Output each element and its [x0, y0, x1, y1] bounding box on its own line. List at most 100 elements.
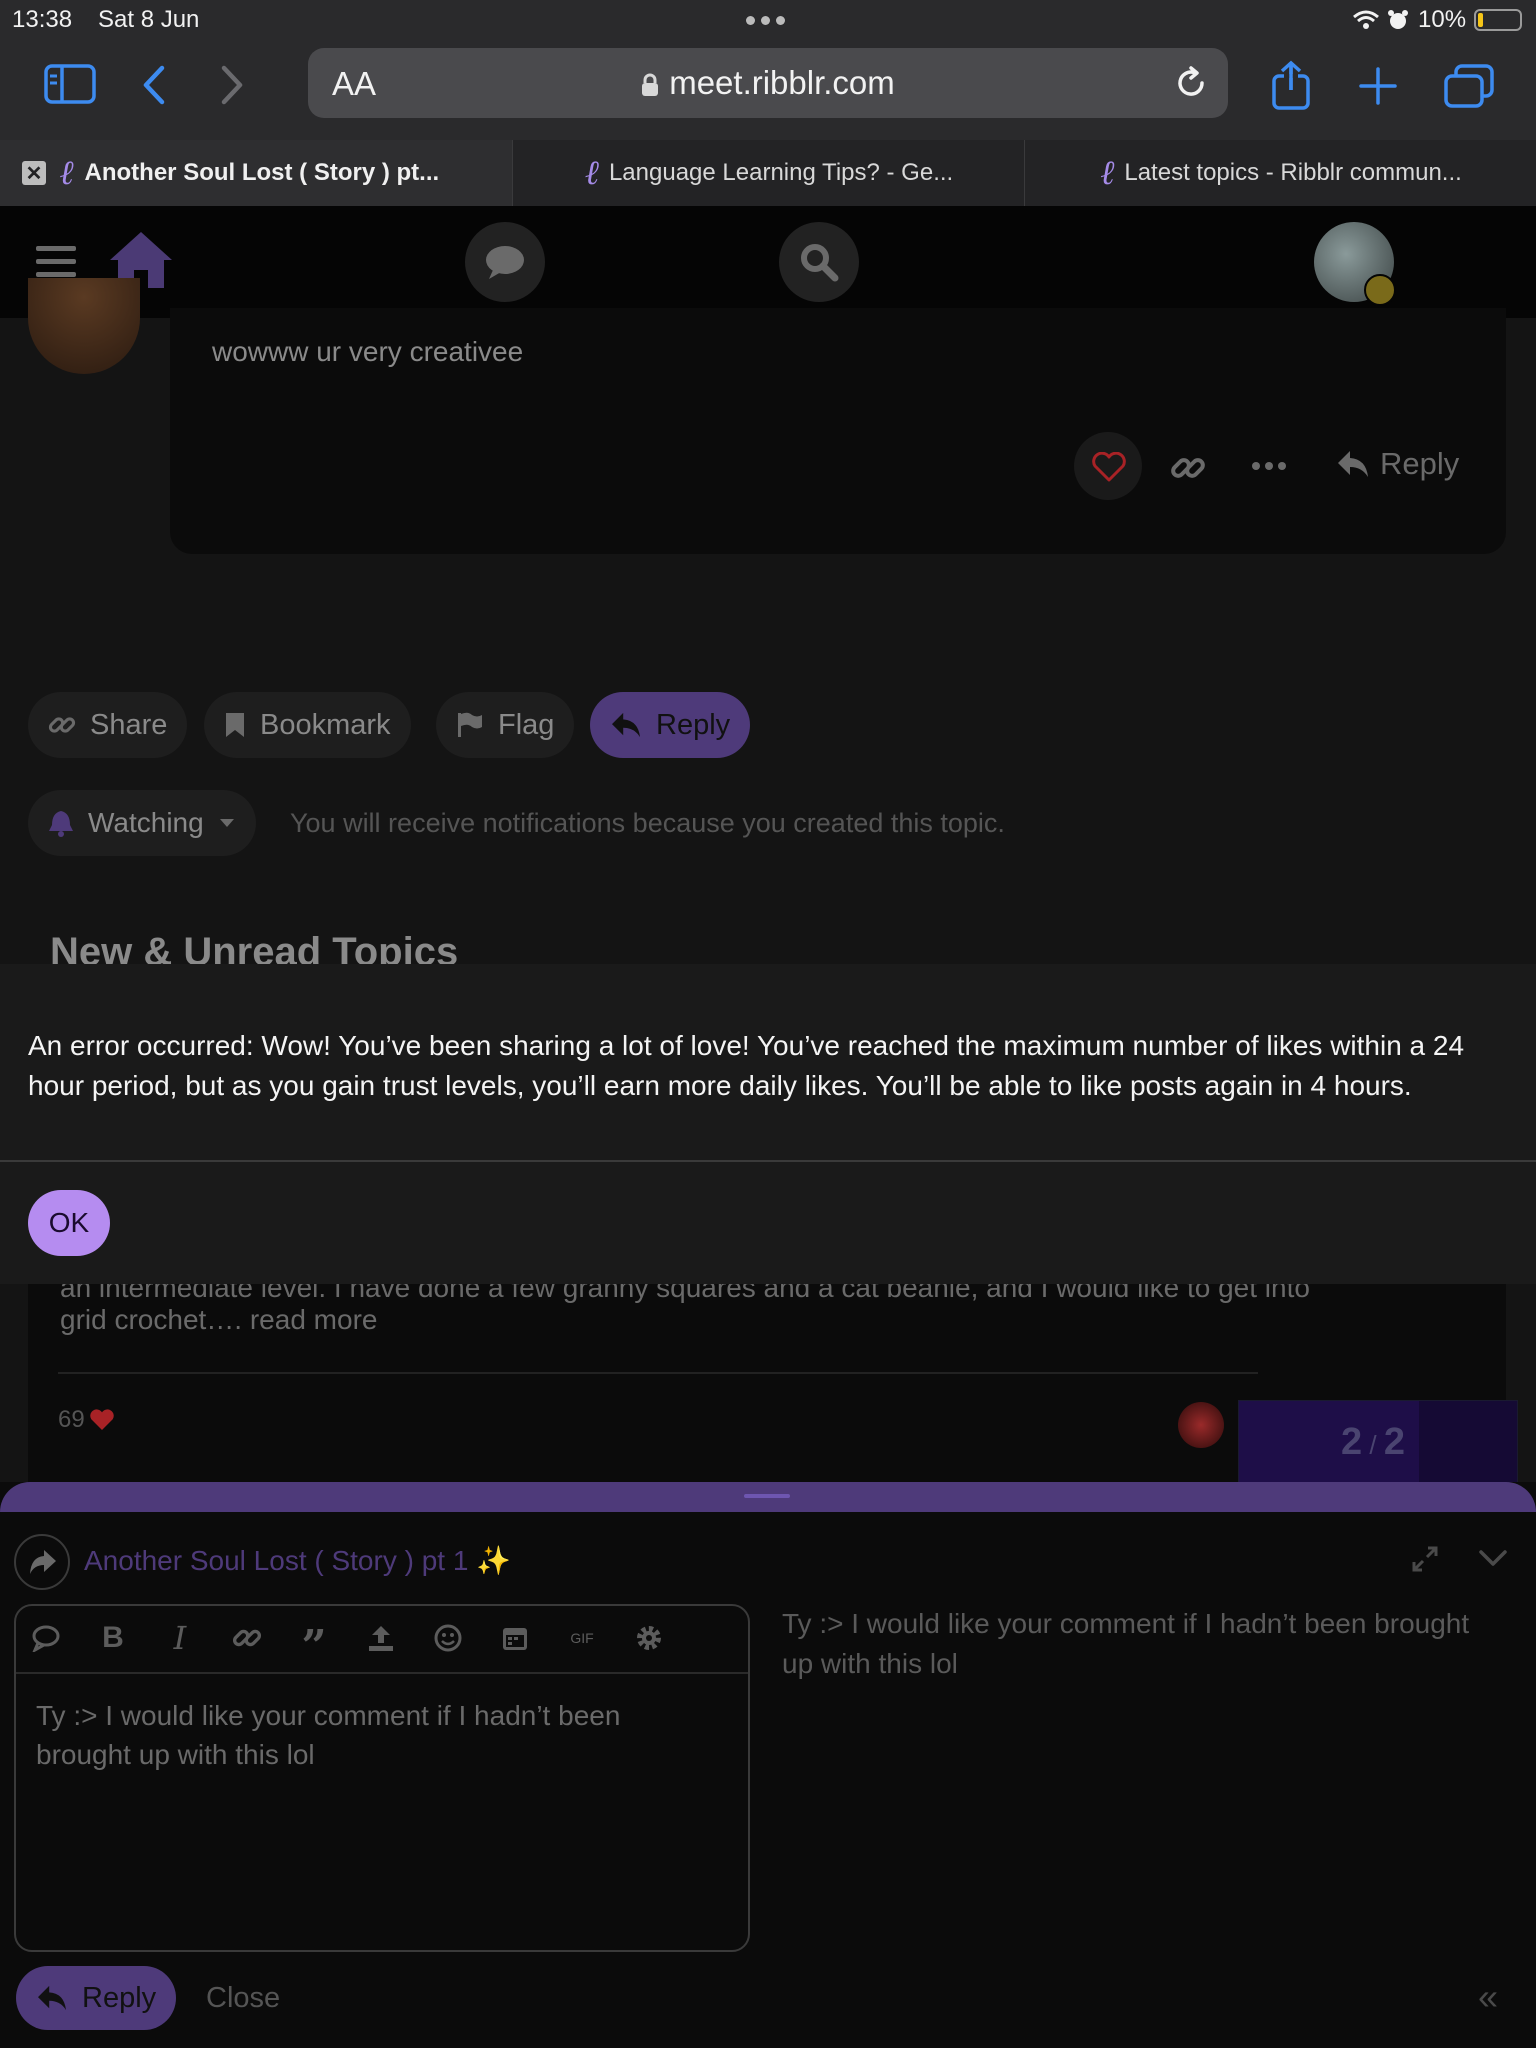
reply-preview: Ty :> I would like your comment if I had… [782, 1608, 1470, 1679]
sidebar-icon[interactable] [44, 64, 96, 104]
toggle-preview-chevron-icon[interactable]: « [1478, 1976, 1498, 2018]
reply-icon [612, 712, 640, 738]
topic-likes: 69 [58, 1406, 115, 1434]
upload-icon[interactable] [361, 1618, 401, 1658]
submit-reply-button[interactable]: Reply [16, 1966, 177, 2030]
poster-avatar[interactable] [28, 278, 140, 374]
link-icon[interactable] [1170, 450, 1206, 486]
notification-level-dropdown[interactable]: Watching [28, 790, 256, 856]
flag-button[interactable]: Flag [436, 692, 575, 758]
share-topic-button[interactable]: Share [28, 692, 188, 758]
chat-icon [486, 246, 524, 279]
card-divider [58, 1372, 1258, 1374]
close-composer-button[interactable]: Close [206, 1982, 280, 2015]
bookmark-label: Bookmark [260, 708, 391, 741]
chat-button[interactable] [465, 222, 545, 302]
emoji-icon[interactable] [428, 1618, 468, 1658]
excerpt-clip: an intermediate level. I have done a few… [60, 1284, 1460, 1306]
lock-icon [641, 73, 659, 97]
ribblr-logo-icon: ℓ [60, 153, 75, 193]
search-button[interactable] [779, 222, 859, 302]
wifi-icon [1353, 10, 1379, 29]
tab-title: Language Learning Tips? - Ge... [608, 159, 954, 186]
share-label: Share [90, 708, 168, 741]
url-display[interactable]: meet.ribblr.com [308, 64, 1228, 102]
close-tab-icon[interactable]: ✕ [22, 161, 46, 185]
italic-icon[interactable]: I [160, 1618, 200, 1658]
expand-icon[interactable] [1410, 1544, 1440, 1574]
heart-icon [1092, 452, 1126, 482]
status-time: 13:38 [12, 6, 73, 33]
collapse-icon[interactable] [1478, 1548, 1508, 1568]
toggle-preview-icon[interactable] [26, 1618, 66, 1658]
caret-down-icon [219, 819, 234, 827]
alarm-icon [1388, 10, 1408, 29]
bookmark-icon [226, 713, 244, 737]
tabs-icon[interactable] [1444, 64, 1494, 108]
address-bar[interactable]: AA meet.ribblr.com [308, 48, 1228, 118]
hamburger-icon[interactable] [36, 244, 76, 280]
reply-to-topic-indicator [14, 1534, 70, 1590]
reload-icon[interactable] [1174, 66, 1208, 100]
topic-excerpt-line1: an intermediate level. I have done a few… [60, 1284, 1310, 1303]
flag-label: Flag [498, 708, 555, 741]
browser-tab[interactable]: ℓ Language Learning Tips? - Ge... [512, 140, 1025, 206]
url-text: meet.ribblr.com [669, 64, 895, 101]
battery-percent: 10% [1418, 6, 1467, 33]
user-avatar[interactable] [1314, 222, 1396, 306]
calendar-icon[interactable] [495, 1618, 535, 1658]
topic-like-count: 69 [58, 1406, 85, 1433]
new-tab-icon[interactable] [1358, 66, 1398, 106]
notification-level-label: Watching [88, 807, 204, 838]
heart-icon [89, 1409, 114, 1430]
quote-icon[interactable]: ” [294, 1618, 334, 1672]
composer-resize-bar[interactable] [0, 1482, 1536, 1512]
notification-description: You will receive notifications because y… [290, 808, 1005, 838]
post-reply-label: Reply [1380, 446, 1460, 481]
editor-box: B I ” GIF Ty :> I would like your commen… [14, 1604, 750, 1952]
share-reply-icon [30, 1550, 56, 1574]
multitasking-dots-icon[interactable] [746, 16, 785, 25]
link-icon[interactable] [227, 1618, 267, 1658]
back-icon[interactable] [140, 64, 168, 106]
error-message: An error occurred: Wow! You’ve been shar… [28, 1030, 1465, 1101]
tab-title: Another Soul Lost ( Story ) pt... [84, 159, 440, 186]
bookmark-button[interactable]: Bookmark [204, 692, 411, 758]
reply-label: Reply [656, 708, 731, 741]
grip-handle[interactable] [744, 1494, 790, 1498]
post-card: wowww ur very creativee Reply [170, 308, 1506, 554]
reply-composer: Another Soul Lost ( Story ) pt 1 ✨ B I ”… [0, 1482, 1536, 2048]
post-reply-button[interactable]: Reply [1336, 446, 1459, 482]
topic-page: wowww ur very creativee Reply Share Book… [0, 278, 1536, 1484]
topic-progress[interactable]: 2 / 2 [1238, 1400, 1518, 1484]
status-emoji [1364, 274, 1396, 306]
browser-tab-active[interactable]: ✕ ℓ Another Soul Lost ( Story ) pt... [0, 140, 512, 206]
tab-title: Latest topics - Ribblr commun... [1124, 159, 1462, 186]
ok-button[interactable]: OK [28, 1190, 110, 1256]
bell-icon [49, 811, 73, 837]
composer-topic-title[interactable]: Another Soul Lost ( Story ) pt 1 ✨ [84, 1544, 511, 1577]
topic-poster-avatar[interactable] [1178, 1402, 1224, 1448]
toolbar-divider [16, 1672, 748, 1674]
like-button[interactable] [1074, 432, 1142, 500]
status-date: Sat 8 Jun [98, 6, 200, 33]
progress-total: 2 [1383, 1421, 1405, 1463]
battery-icon [1474, 9, 1522, 31]
reply-icon [38, 1985, 66, 2011]
topic-excerpt-line2: grid crochet…. read more [60, 1304, 378, 1335]
browser-tab[interactable]: ℓ Latest topics - Ribblr commun... [1024, 140, 1536, 206]
gear-icon[interactable] [629, 1618, 669, 1658]
ribblr-logo-icon: ℓ [1100, 153, 1115, 193]
share-icon[interactable] [1270, 60, 1312, 110]
post-text: wowww ur very creativee [212, 336, 524, 367]
reply-topic-button[interactable]: Reply [590, 692, 751, 758]
link-icon [48, 717, 76, 733]
gif-button[interactable]: GIF [562, 1618, 602, 1658]
forward-icon[interactable] [218, 64, 246, 106]
error-dialog: An error occurred: Wow! You’ve been shar… [0, 964, 1536, 1284]
bold-icon[interactable]: B [93, 1618, 133, 1658]
status-bar: 13:38 Sat 8 Jun 10% [0, 0, 1536, 40]
flag-icon [458, 712, 482, 737]
more-icon[interactable] [1252, 462, 1286, 470]
reply-textarea[interactable]: Ty :> I would like your comment if I had… [36, 1696, 716, 1774]
